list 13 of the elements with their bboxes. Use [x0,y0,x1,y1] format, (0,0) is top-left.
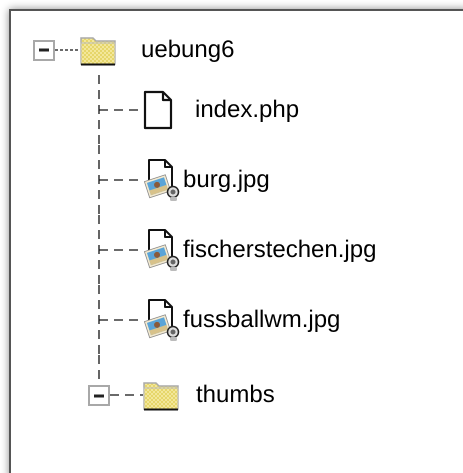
item-label[interactable]: index.php [195,98,300,122]
document-icon [143,90,173,130]
item-label[interactable]: fussballwm.jpg [183,308,340,332]
image-file-icon [143,158,181,202]
collapse-toggle[interactable] [88,385,110,406]
item-label[interactable]: thumbs [196,383,275,407]
item-label[interactable]: fischerstechen.jpg [183,238,376,262]
tree-line [55,48,80,52]
collapse-toggle[interactable] [33,40,55,60]
image-file-icon [143,298,181,342]
item-label[interactable]: burg.jpg [183,168,270,192]
image-file-icon [143,228,181,272]
item-label[interactable]: uebung6 [141,38,234,62]
